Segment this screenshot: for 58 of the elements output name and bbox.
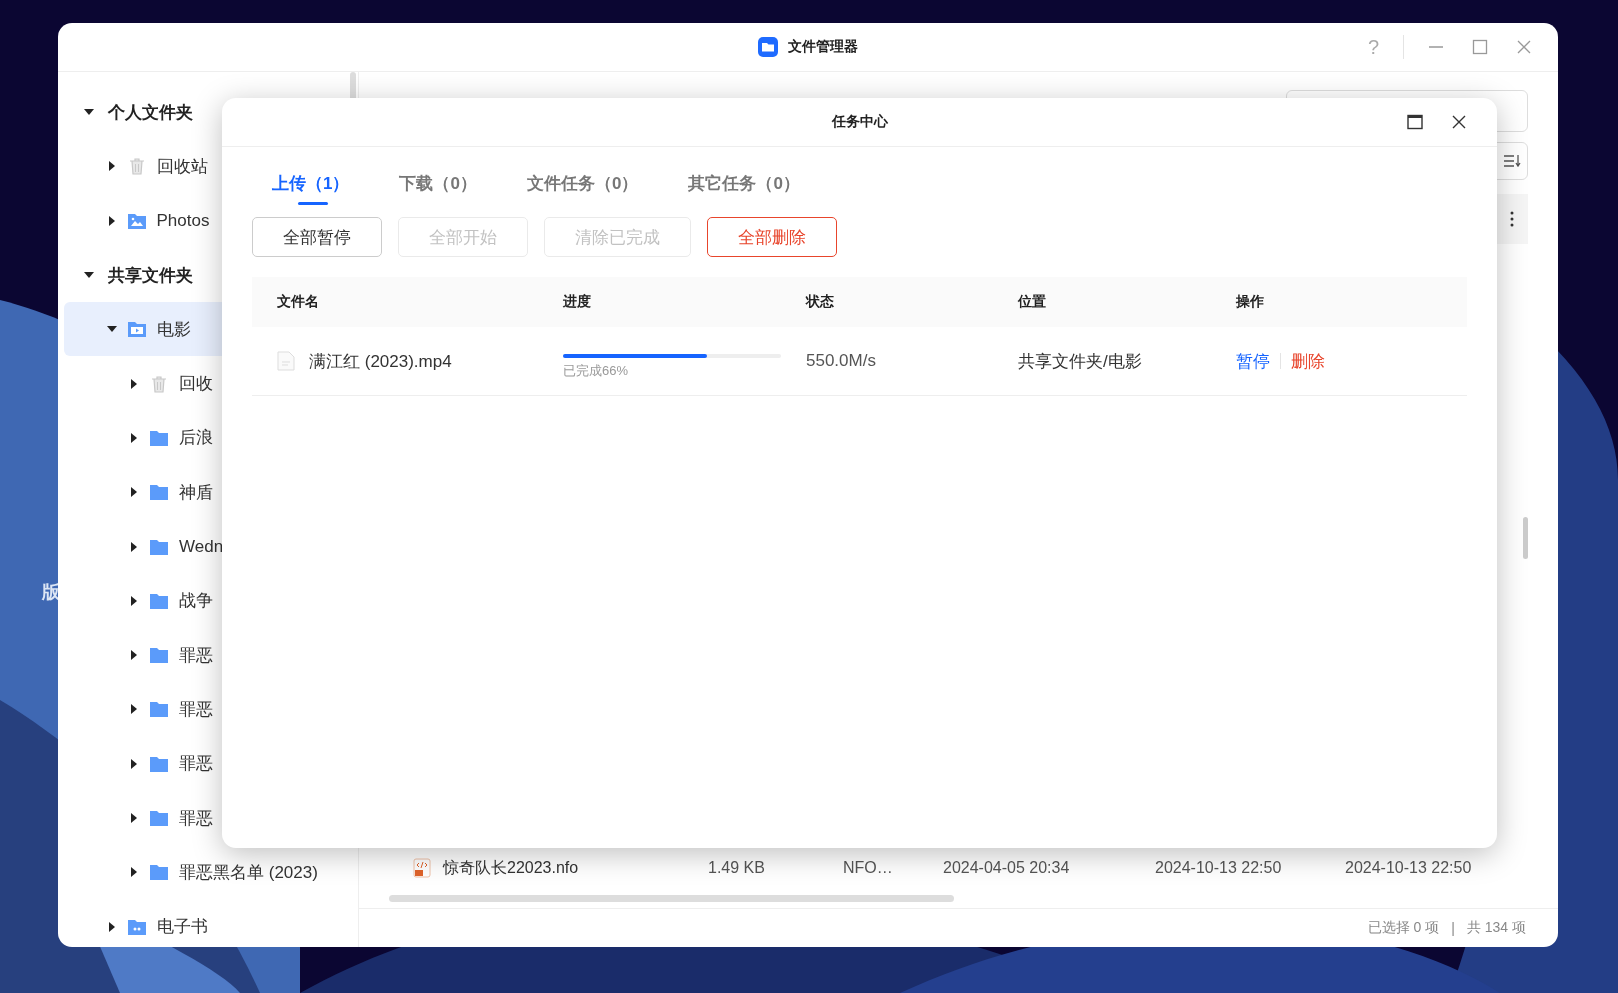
action-link[interactable]: 暂停 xyxy=(1236,349,1270,373)
transfer-speed: 550.0M/s xyxy=(806,351,876,371)
column-header: 状态 xyxy=(806,293,835,311)
column-header: 操作 xyxy=(1236,293,1265,311)
action-button[interactable]: 全部暂停 xyxy=(252,217,382,257)
folder-icon xyxy=(149,808,169,828)
action-button[interactable]: 全部删除 xyxy=(707,217,837,257)
caret-icon[interactable] xyxy=(129,432,139,443)
file-name: 惊奇队长22023.nfo xyxy=(443,857,580,878)
close-icon[interactable] xyxy=(1451,114,1467,130)
maximize-icon[interactable] xyxy=(1407,114,1423,130)
file-date: 2024-04-05 20:34 xyxy=(943,859,1071,877)
more-icon[interactable] xyxy=(1510,211,1514,227)
desktop-label: 版 xyxy=(42,581,60,604)
caret-icon[interactable] xyxy=(129,704,139,715)
caret-icon[interactable] xyxy=(129,758,139,769)
caret-icon[interactable] xyxy=(106,161,117,172)
status-separator: | xyxy=(1451,920,1455,936)
dialog-title: 任务中心 xyxy=(831,113,888,131)
task-location: 共享文件夹/电影 xyxy=(1018,350,1142,373)
caret-icon[interactable] xyxy=(129,541,139,552)
document-icon xyxy=(277,351,295,371)
folder-icon xyxy=(149,699,169,720)
folder-icon xyxy=(149,645,169,666)
caret-icon[interactable] xyxy=(129,650,139,661)
folder-icon xyxy=(758,37,778,57)
scrollbar-thumb[interactable] xyxy=(1523,517,1528,559)
tab[interactable]: 下载（0） xyxy=(399,172,491,205)
sidebar-item[interactable]: 罪恶黑名单 (2023) xyxy=(64,845,358,900)
file-size: 1.49 KB xyxy=(708,859,766,877)
file-date: 2024-10-13 22:50 xyxy=(1155,859,1283,877)
video-folder-icon xyxy=(126,319,147,340)
caret-icon[interactable] xyxy=(129,378,139,389)
scrollbar-thumb[interactable] xyxy=(389,894,954,902)
tab[interactable]: 文件任务（0） xyxy=(526,172,653,205)
file-date: 2024-10-13 22:50 xyxy=(1345,859,1472,877)
caret-icon[interactable] xyxy=(129,813,139,823)
caret-icon[interactable] xyxy=(129,867,139,878)
tab[interactable]: 上传（1） xyxy=(272,172,364,205)
action-link[interactable]: 删除 xyxy=(1291,349,1325,373)
caret-icon[interactable] xyxy=(106,215,117,226)
file-type: NFO… xyxy=(843,859,894,877)
caret-icon[interactable] xyxy=(106,921,117,932)
window-title: 文件管理器 xyxy=(788,38,858,56)
tab[interactable]: 其它任务（0） xyxy=(688,172,814,205)
list-view-icon[interactable] xyxy=(1503,153,1523,169)
caret-icon[interactable] xyxy=(129,487,139,498)
column-header: 位置 xyxy=(1018,293,1047,311)
folder-icon xyxy=(149,862,169,883)
folder-icon xyxy=(149,482,169,503)
sidebar-item[interactable]: 电子书 xyxy=(64,899,358,947)
column-header: 进度 xyxy=(563,293,592,311)
selected-count: 已选择 0 项 xyxy=(1367,919,1440,937)
code-file-icon xyxy=(413,858,431,878)
caret-icon[interactable] xyxy=(129,595,139,606)
progress-text: 已完成66% xyxy=(563,362,629,380)
total-count: 共 134 项 xyxy=(1466,919,1526,937)
trash-icon xyxy=(149,373,169,394)
